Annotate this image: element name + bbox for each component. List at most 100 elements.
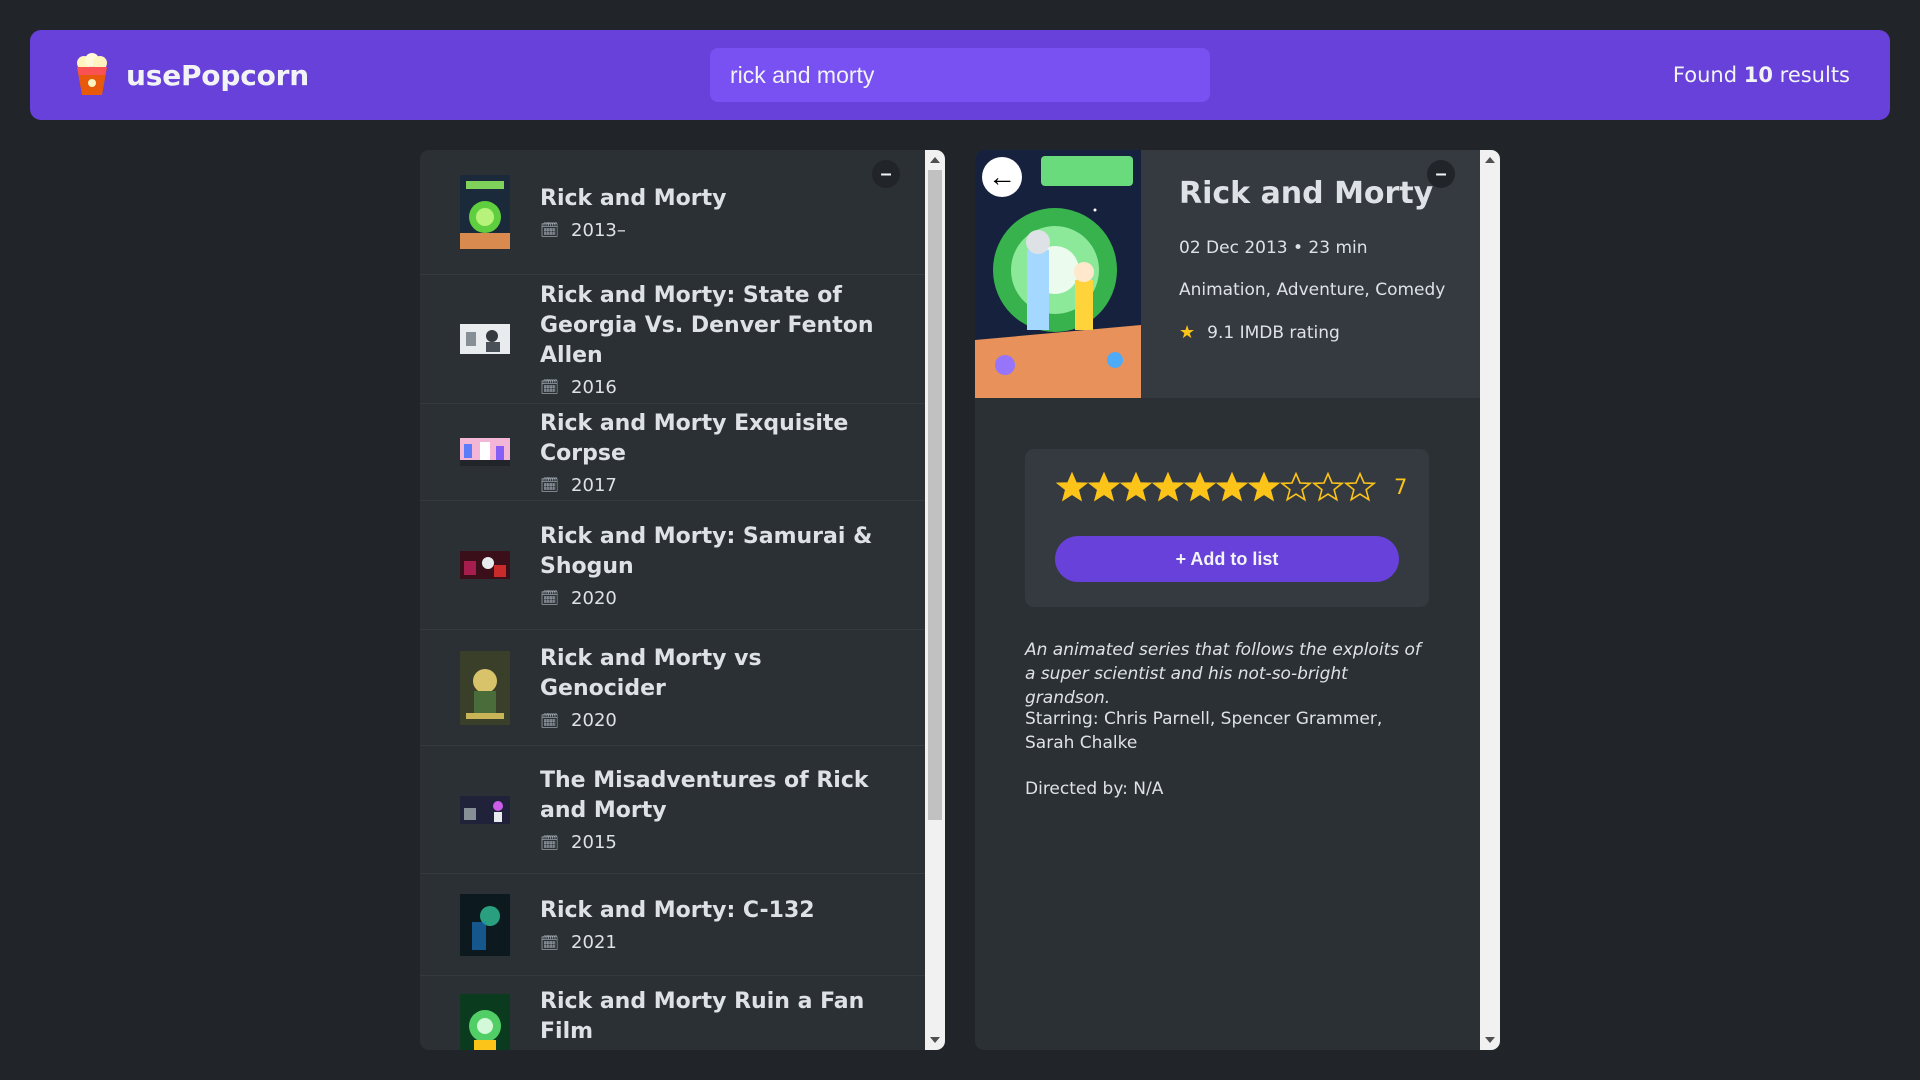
poster-image [460,551,510,579]
movie-year-row: 🗓 2017 [540,475,885,496]
logo: usePopcorn [72,53,309,97]
results-suffix: results [1772,63,1850,87]
movie-poster [460,993,510,1050]
poster-image [460,175,510,249]
movie-title: Rick and Morty Exquisite Corpse [540,410,849,466]
star-empty-icon[interactable] [1344,471,1376,503]
calendar-icon: 🗓 [540,221,560,239]
list-item-movie[interactable]: Rick and Morty: State of Georgia Vs. Den… [420,275,925,404]
star-filled-icon[interactable] [1088,471,1120,503]
arrow-down-icon [1485,1037,1495,1043]
scroll-up-arrow[interactable] [1480,150,1500,170]
movie-poster [460,773,510,847]
list-item-movie[interactable]: Rick and Morty 🗓 2013– [420,150,925,275]
scroll-down-arrow[interactable] [1480,1030,1500,1050]
star-empty-icon[interactable] [1280,471,1312,503]
list-scrollbar[interactable] [925,150,945,1050]
back-button[interactable]: ← [982,157,1022,197]
movie-year-row: 🗓 2013– [540,220,726,241]
details-released-runtime: 02 Dec 2013 • 23 min [1179,238,1368,258]
list-item-movie[interactable]: Rick and Morty: C-132 🗓 2021 [420,874,925,976]
arrow-down-icon [930,1037,940,1043]
movie-title: Rick and Morty: C-132 [540,898,815,923]
star-rating-value: 7 [1394,475,1408,499]
movie-year: 2015 [571,832,617,853]
star-icon: ★ [1179,322,1196,343]
movie-title: The Misadventures of Rick and Morty [540,768,869,823]
results-number: 10 [1743,63,1773,87]
arrow-up-icon [1485,157,1495,163]
movie-poster [460,650,510,725]
calendar-icon: 🗓 [540,378,560,396]
details-imdb-rating: ★ 9.1 IMDB rating [1179,322,1340,343]
logo-text: usePopcorn [126,58,309,92]
calendar-icon: 🗓 [540,933,560,952]
movie-year: 2020 [571,710,617,731]
user-rating-box: 7 + Add to list [1025,449,1429,607]
calendar-icon: 🗓 [540,476,560,494]
movie-title: Rick and Morty: Samurai & Shogun [540,523,873,579]
star-filled-icon[interactable] [1248,471,1280,503]
star-filled-icon[interactable] [1120,471,1152,503]
movie-title: Rick and Morty: State of Georgia Vs. Den… [540,282,874,368]
poster-image [460,438,510,466]
movie-year-row: 🗓 2020 [540,588,885,609]
movie-poster [460,888,510,962]
poster-image [460,795,510,824]
movie-poster [460,528,510,602]
results-prefix: Found [1672,63,1744,87]
arrow-up-icon [930,157,940,163]
scroll-thumb[interactable] [928,170,942,820]
movie-director: Directed by: N/A [1025,779,1164,799]
star-filled-icon[interactable] [1152,471,1184,503]
movie-poster [460,415,510,489]
calendar-icon: 🗓 [540,833,560,852]
movie-year: 2021 [571,932,617,953]
movie-year-row: 🗓 2016 [540,377,885,398]
imdb-rating-text: 9.1 IMDB rating [1207,322,1340,343]
nav-bar: usePopcorn Found 10 results [30,30,1890,120]
movie-year: 2016 [571,376,617,398]
poster-image [460,993,510,1050]
calendar-icon: 🗓 [540,711,560,730]
details-header: ← Rick and Morty 02 Dec 2013 • 23 min An… [975,150,1480,398]
list-item-movie[interactable]: Rick and Morty: Samurai & Shogun 🗓 2020 [420,501,925,630]
movie-year-row: 🗓 2015 [540,832,885,853]
movie-title: Rick and Morty [540,185,727,211]
movie-starring: Starring: Chris Parnell, Spencer Grammer… [1025,709,1383,753]
scroll-down-arrow[interactable] [925,1030,945,1050]
star-rating: 7 [1056,471,1407,503]
search-input[interactable] [710,48,1210,102]
star-filled-icon[interactable] [1216,471,1248,503]
movie-title: Rick and Morty Ruin a Fan Film [540,989,865,1044]
movie-year-row: 🗓 2020 [540,710,885,731]
movie-details-box: – ← Rick and Morty 02 Dec 2013 • 23 min … [975,150,1500,1050]
scroll-up-arrow[interactable] [925,150,945,170]
movie-year: 2017 [571,474,617,496]
list-item-movie[interactable]: Rick and Morty Exquisite Corpse 🗓 2017 [420,404,925,501]
details-title: Rick and Morty [1179,176,1434,211]
movie-poster [460,175,510,249]
list-item-movie[interactable]: Rick and Morty Ruin a Fan Film 🗓 2017 [420,976,925,1050]
star-empty-icon[interactable] [1312,471,1344,503]
collapse-details-button[interactable]: – [1427,160,1455,188]
star-filled-icon[interactable] [1184,471,1216,503]
movie-plot: An animated series that follows the expl… [1025,640,1421,708]
star-filled-icon[interactable] [1056,471,1088,503]
poster-image [460,324,510,354]
movie-poster [460,302,510,376]
details-scrollbar[interactable] [1480,150,1500,1050]
movie-title: Rick and Morty vs Genocider [540,646,762,701]
poster-image [460,893,510,956]
movie-year-row: 🗓 2021 [540,932,815,953]
calendar-icon: 🗓 [540,589,560,607]
collapse-list-button[interactable]: – [872,160,900,188]
popcorn-icon [77,53,107,95]
movie-list: Rick and Morty 🗓 2013– Rick and Morty: S… [420,150,925,1050]
list-item-movie[interactable]: Rick and Morty vs Genocider 🗓 2020 [420,630,925,746]
movie-list-box: – Rick and Morty 🗓 2013– Rick and Morty:… [420,150,945,1050]
details-genre: Animation, Adventure, Comedy [1179,280,1446,300]
add-to-list-button[interactable]: + Add to list [1055,536,1399,582]
poster-image [460,650,510,725]
list-item-movie[interactable]: The Misadventures of Rick and Morty 🗓 20… [420,746,925,874]
